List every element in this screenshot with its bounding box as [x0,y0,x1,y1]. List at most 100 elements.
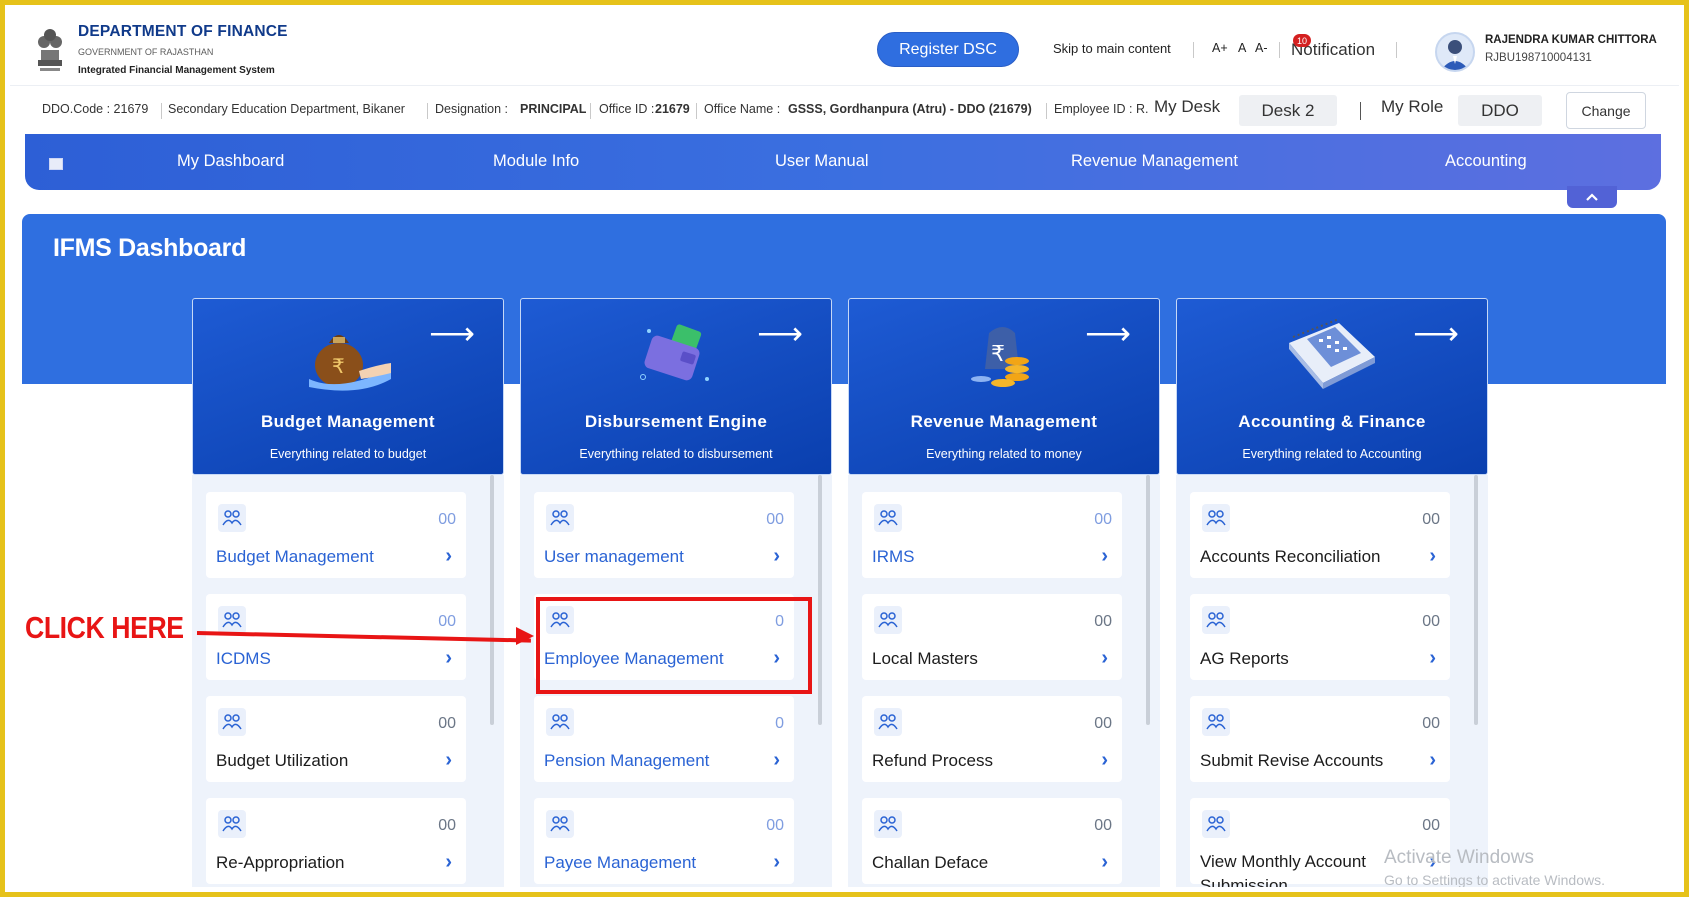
module-revenue-management: ⟶ ₹ Revenue Management Everything relate… [848,298,1160,887]
module-card[interactable]: 00 AG Reports › [1190,594,1450,680]
card-count: 00 [1094,613,1112,630]
module-card[interactable]: 00 Payee Management › [534,798,794,884]
module-card[interactable]: 00 Accounts Reconciliation › [1190,492,1450,578]
font-increase-button[interactable]: A+ [1212,41,1228,55]
notification-count-badge: 10 [1293,34,1311,47]
card-count: 00 [438,511,456,528]
card-count: 0 [775,715,784,732]
module-title: Accounting & Finance [1238,412,1426,431]
department-name: Secondary Education Department, Bikaner [168,102,405,116]
rajasthan-emblem-icon[interactable] [32,20,68,76]
nav-accounting[interactable]: Accounting [1445,152,1527,171]
chevron-right-icon: › [445,851,452,873]
dashboard-title: IFMS Dashboard [53,234,247,262]
module-description: Everything related to money [926,447,1082,461]
role-selector[interactable]: DDO [1458,95,1542,126]
employee-id-label: Employee ID : R. [1054,102,1149,116]
module-card[interactable]: 00 Challan Deface › [862,798,1122,884]
nav-revenue-management[interactable]: Revenue Management [1071,152,1238,171]
module-card[interactable]: 00 Re-Appropriation › [206,798,466,884]
card-count: 00 [1422,613,1440,630]
system-name: Integrated Financial Management System [78,65,275,76]
user-name: RAJENDRA KUMAR CHITTORA [1485,34,1657,46]
register-dsc-button[interactable]: Register DSC [877,32,1019,67]
chevron-right-icon: › [1429,545,1436,567]
scrollbar[interactable] [1474,475,1478,725]
font-normal-button[interactable]: A [1238,41,1246,55]
skip-to-main-link[interactable]: Skip to main content [1053,41,1171,56]
info-divider [590,103,591,119]
users-icon [1202,810,1230,838]
activate-windows-title: Activate Windows [1384,847,1534,868]
user-avatar-icon [1441,40,1469,70]
module-card-list: 00 Budget Management › 00 ICDMS › 00 Bud… [192,475,504,887]
header-divider [1279,42,1280,58]
nav-collapse-button[interactable] [1567,186,1617,208]
change-button[interactable]: Change [1566,92,1646,129]
card-label: IRMS [872,547,915,566]
card-count: 00 [1094,817,1112,834]
module-card[interactable]: 00 Budget Management › [206,492,466,578]
chevron-right-icon: › [1429,647,1436,669]
nav-my-dashboard[interactable]: My Dashboard [177,152,284,171]
users-icon [874,606,902,634]
chevron-right-icon: › [773,851,780,873]
nav-user-manual[interactable]: User Manual [775,152,869,171]
scrollbar[interactable] [1146,475,1150,725]
arrow-right-icon[interactable]: ⟶ [1085,317,1131,349]
module-card[interactable]: 00 User management › [534,492,794,578]
chevron-right-icon: › [1101,851,1108,873]
module-card-list: 00 Accounts Reconciliation › 00 AG Repor… [1176,475,1488,887]
module-title: Disbursement Engine [584,412,768,431]
module-card[interactable]: 00 Submit Revise Accounts › [1190,696,1450,782]
chevron-right-icon: › [1101,647,1108,669]
user-info-bar: DDO.Code : 21679 Secondary Education Dep… [10,88,1679,132]
card-label: AG Reports [1200,649,1289,668]
nav-module-info[interactable]: Module Info [493,152,579,171]
module-card[interactable]: 00 Budget Utilization › [206,696,466,782]
card-label: Budget Management [216,547,374,566]
module-card[interactable]: 0 Pension Management › [534,696,794,782]
module-title: Budget Management [261,412,435,431]
module-header[interactable]: ⟶ ₹ Revenue Management Everything relate… [848,298,1160,475]
arrow-right-icon[interactable]: ⟶ [1413,317,1459,349]
office-id-label: Office ID : [599,102,655,116]
user-avatar[interactable] [1435,32,1475,72]
scrollbar[interactable] [490,475,494,725]
module-header[interactable]: ⟶ Accounting & Finance Everything relate… [1176,298,1488,475]
card-count: 00 [438,613,456,630]
card-label: ICDMS [216,649,271,668]
users-icon [218,606,246,634]
rupee-coins-icon: ₹ [971,327,1029,387]
arrow-right-icon[interactable]: ⟶ [757,317,803,349]
module-header[interactable]: ⟶ ₹ Budget Management Everything related… [192,298,504,475]
module-card[interactable]: 00 IRMS › [862,492,1122,578]
info-divider [427,103,428,119]
chevron-right-icon: › [773,545,780,567]
module-card[interactable]: 00 Local Masters › [862,594,1122,680]
chevron-right-icon: › [1101,749,1108,771]
module-accounting-finance: ⟶ Accounting & Finance Everything relate… [1176,298,1488,887]
users-icon [1202,708,1230,736]
module-description: Everything related to budget [269,447,427,461]
arrow-right-icon[interactable]: ⟶ [429,317,475,349]
desk-selector[interactable]: Desk 2 [1239,95,1337,126]
card-count: 00 [438,817,456,834]
info-divider [161,103,162,119]
chevron-right-icon: › [1429,749,1436,771]
info-divider [1360,102,1361,120]
card-label: Challan Deface [872,853,989,872]
font-decrease-button[interactable]: A- [1255,41,1268,55]
module-card[interactable]: 00 Refund Process › [862,696,1122,782]
annotation-arrowhead [516,627,534,645]
users-icon [874,504,902,532]
card-count: 00 [1094,511,1112,528]
card-count: 00 [1422,511,1440,528]
users-icon [546,810,574,838]
app-window: DEPARTMENT OF FINANCE GOVERNMENT OF RAJA… [10,10,1679,887]
info-divider [696,103,697,119]
card-label: Budget Utilization [216,751,349,770]
module-header[interactable]: ⟶ Disbursement Engine Everything related… [520,298,832,475]
header-divider [1396,42,1397,58]
scrollbar[interactable] [818,475,822,725]
